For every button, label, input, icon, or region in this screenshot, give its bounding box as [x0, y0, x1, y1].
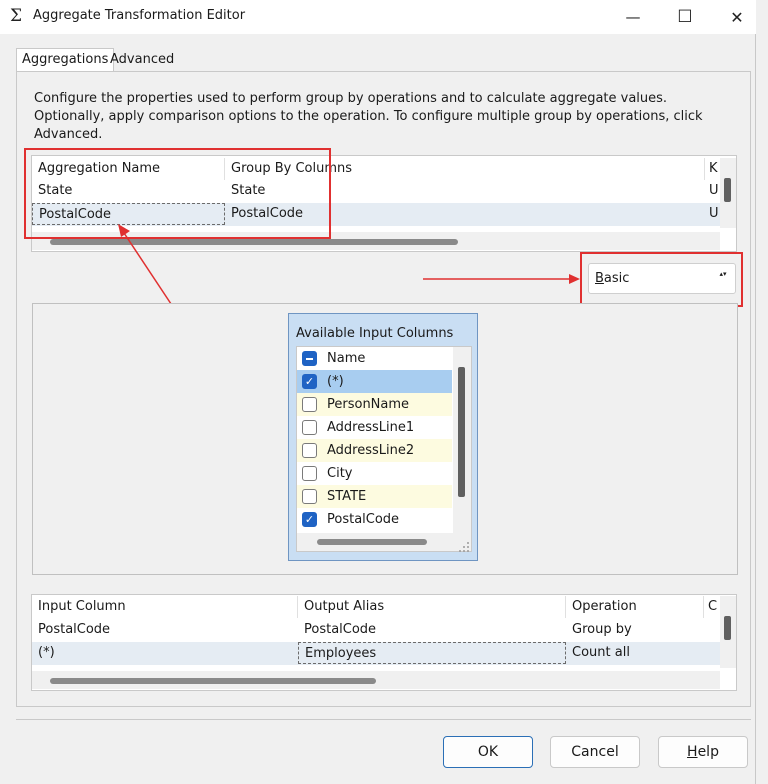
list-item-label: STATE	[327, 489, 367, 504]
ok-button[interactable]: OK	[443, 736, 533, 768]
scrollbar-thumb[interactable]	[724, 616, 731, 640]
column-header-input-column[interactable]: Input Column	[32, 596, 298, 618]
vertical-scrollbar[interactable]	[720, 596, 736, 668]
maximize-icon[interactable]: ☐	[662, 0, 708, 34]
list-item[interactable]: PersonName	[297, 393, 452, 416]
list-item[interactable]: AddressLine2	[297, 439, 452, 462]
list-item[interactable]: City	[297, 462, 452, 485]
operation-cell[interactable]: Count all	[566, 642, 704, 664]
close-icon[interactable]: ✕	[714, 0, 760, 34]
column-header-key[interactable]: K	[705, 158, 719, 180]
window-title: Aggregate Transformation Editor	[33, 8, 246, 23]
columns-grid[interactable]: Input Column Output Alias Operation C Po…	[31, 594, 737, 691]
horizontal-scrollbar[interactable]	[32, 671, 720, 689]
sigma-icon: Σ	[10, 6, 23, 26]
tab-aggregations[interactable]: Aggregations	[16, 48, 115, 72]
item-checkbox[interactable]	[302, 489, 317, 504]
list-item-label: PersonName	[327, 397, 410, 412]
description-text: Configure the properties used to perform…	[34, 91, 703, 142]
list-item-label: PostalCode	[327, 512, 400, 527]
key-cell[interactable]: U	[705, 180, 719, 202]
list-item-label: AddressLine2	[327, 443, 415, 458]
checkmark-icon[interactable]: ✓	[302, 374, 317, 389]
item-checkbox[interactable]	[302, 397, 317, 412]
select-all-checkbox[interactable]	[302, 351, 317, 366]
help-label: elp	[697, 744, 719, 760]
list-item[interactable]: STATE	[297, 485, 452, 508]
list-item-label: City	[327, 466, 353, 481]
vertical-scrollbar[interactable]	[720, 158, 736, 228]
horizontal-scrollbar[interactable]	[297, 533, 471, 551]
annotation-arrow-icon	[423, 274, 580, 284]
column-header-operation[interactable]: Operation	[566, 596, 704, 618]
list-header-label: Name	[327, 351, 366, 366]
vertical-scrollbar[interactable]	[453, 347, 471, 533]
list-item[interactable]: ✓ (*)	[297, 370, 452, 393]
help-mnemonic: H	[687, 744, 698, 760]
title-bar[interactable]: Σ Aggregate Transformation Editor — ☐ ✕	[0, 0, 756, 34]
column-header-output-alias[interactable]: Output Alias	[298, 596, 566, 618]
help-button[interactable]: Help	[658, 736, 748, 768]
scrollbar-thumb[interactable]	[458, 367, 465, 497]
list-item-label: AddressLine1	[327, 420, 415, 435]
item-checkbox[interactable]	[302, 466, 317, 481]
input-column-cell[interactable]: (*)	[32, 642, 298, 664]
list-header-name[interactable]: Name	[297, 347, 452, 370]
output-alias-cell[interactable]: PostalCode	[298, 619, 566, 641]
cancel-button[interactable]: Cancel	[550, 736, 640, 768]
table-row[interactable]: (*) Employees Count all	[32, 642, 720, 665]
tab-advanced[interactable]: Advanced	[105, 49, 179, 71]
resize-grip-icon[interactable]	[458, 541, 470, 553]
scrollbar-thumb[interactable]	[317, 539, 427, 545]
key-cell[interactable]: U	[705, 203, 719, 225]
available-input-columns-title: Available Input Columns	[296, 326, 454, 341]
item-checkbox[interactable]	[302, 443, 317, 458]
annotation-highlight-combo	[580, 252, 743, 307]
available-input-columns-list[interactable]: Name ✓ (*) PersonName AddressLine1 Addre…	[296, 346, 472, 552]
operation-cell[interactable]: Group by	[566, 619, 704, 641]
aggregate-transformation-editor-window: Σ Aggregate Transformation Editor — ☐ ✕ …	[0, 0, 756, 784]
input-column-cell[interactable]: PostalCode	[32, 619, 298, 641]
list-item[interactable]: AddressLine1	[297, 416, 452, 439]
item-checkbox[interactable]	[302, 420, 317, 435]
checkmark-icon[interactable]: ✓	[302, 512, 317, 527]
table-row[interactable]: PostalCode PostalCode Group by	[32, 619, 720, 642]
scrollbar-thumb[interactable]	[724, 178, 731, 202]
separator	[16, 719, 751, 720]
list-item[interactable]: ✓ PostalCode	[297, 508, 452, 531]
scrollbar-thumb[interactable]	[50, 678, 376, 684]
output-alias-cell[interactable]: Employees	[298, 642, 566, 664]
minimize-icon[interactable]: —	[610, 0, 656, 34]
column-header-comparison[interactable]: C	[704, 596, 720, 618]
list-item-label: (*)	[327, 374, 344, 389]
